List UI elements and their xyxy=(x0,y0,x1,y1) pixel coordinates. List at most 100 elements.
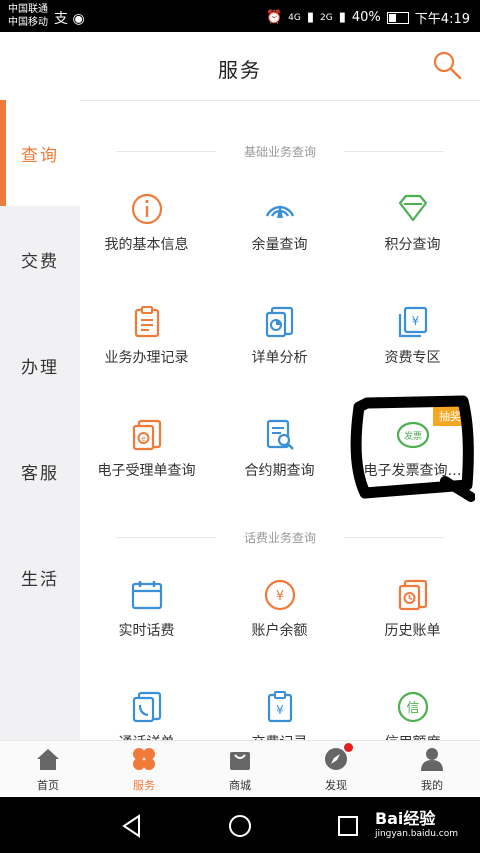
grid-item-tariff[interactable]: ¥ 资费专区 xyxy=(346,305,479,405)
alipay-icon: 支 xyxy=(54,11,68,27)
credit-icon: 信 xyxy=(397,691,428,723)
document-search-icon xyxy=(266,419,294,450)
recent-apps-icon[interactable] xyxy=(333,811,363,841)
sidebar-item-pay[interactable]: 交费 xyxy=(0,206,80,312)
tab-label: 首页 xyxy=(37,779,59,792)
grid-item-label: 积分查询 xyxy=(384,237,441,253)
grid-item-call-detail[interactable]: 通话详单 xyxy=(80,690,213,740)
tab-label: 服务 xyxy=(133,779,155,792)
yuan-document-icon: ¥ xyxy=(398,306,427,338)
info-icon xyxy=(131,193,162,225)
tab-label: 我的 xyxy=(421,779,443,792)
yuan-clipboard-icon: ¥ xyxy=(267,691,292,723)
wifi-signal-icon xyxy=(265,204,294,218)
carrier-info: 中国联通 中国移动 xyxy=(8,3,48,29)
grid-item-pay-record[interactable]: ¥ 交费记录 xyxy=(213,690,346,740)
alarm-icon: ⏰ xyxy=(265,10,283,25)
signal-icon-2: ▮ xyxy=(338,10,346,25)
status-right: ⏰ 4G ▮ 2G ▮ 40% 下午4:19 xyxy=(266,8,470,27)
document-chart-icon xyxy=(265,306,293,338)
grid-item-label: 交费记录 xyxy=(213,732,346,740)
grid-item-label: 资费专区 xyxy=(384,350,441,366)
tab-mine[interactable]: 我的 xyxy=(384,741,480,798)
shopping-bag-icon xyxy=(230,752,250,770)
network-2: 2G xyxy=(320,12,333,23)
sidebar-item-handle[interactable]: 办理 xyxy=(0,312,80,418)
system-nav-bar: Bai经验 jingyan.baidu.com xyxy=(0,797,480,853)
network-1: 4G xyxy=(288,12,301,23)
home-button-icon[interactable] xyxy=(225,811,255,841)
receipt-icon: e xyxy=(132,419,161,451)
grid-item-label: 信用额度 xyxy=(346,732,479,740)
grid-item-label: 合约期查询 xyxy=(244,463,315,479)
tab-label: 发现 xyxy=(325,779,347,792)
calendar-icon xyxy=(131,581,162,610)
grid-item-label: 业务办理记录 xyxy=(104,350,189,366)
sidebar-item-label: 交费 xyxy=(21,251,59,272)
section-title-fee: 话费业务查询 xyxy=(80,529,480,546)
svg-text:e: e xyxy=(141,435,145,443)
app-notification-icon: ◉ xyxy=(72,11,85,27)
page-title: 服务 xyxy=(218,58,262,82)
carrier-2: 中国移动 xyxy=(8,17,48,28)
grid-item-contract[interactable]: 合约期查询 xyxy=(213,418,346,518)
notification-dot xyxy=(344,743,353,752)
notification-icons: 支 ◉ xyxy=(54,8,85,28)
svg-text:¥: ¥ xyxy=(275,589,283,604)
grid-item-points[interactable]: 积分查询 xyxy=(346,192,479,292)
back-icon[interactable] xyxy=(117,811,147,841)
grid-item-label: 历史账单 xyxy=(384,623,441,639)
grid-item-label: 账户余额 xyxy=(251,623,308,639)
sidebar-item-life[interactable]: 生活 xyxy=(0,524,80,630)
watermark-url: jingyan.baidu.com xyxy=(374,829,458,839)
sidebar: 查询 交费 办理 客服 生活 xyxy=(0,100,80,740)
grid-item-account-balance[interactable]: ¥ 账户余额 xyxy=(213,578,346,678)
grid-item-label: 实时话费 xyxy=(118,623,175,639)
user-icon xyxy=(421,748,443,771)
clipboard-icon xyxy=(134,306,159,338)
search-icon[interactable] xyxy=(432,50,462,80)
grid-item-label: 我的基本信息 xyxy=(104,237,189,253)
sidebar-item-label: 办理 xyxy=(21,357,59,378)
grid-item-label: 电子受理单查询 xyxy=(97,463,196,479)
grid-item-e-receipt[interactable]: e 电子受理单查询 xyxy=(80,418,213,518)
grid-item-label: 通话详单 xyxy=(80,732,213,740)
tab-mall[interactable]: 商城 xyxy=(192,741,288,798)
yuan-coin-icon: ¥ xyxy=(264,579,295,611)
credit-icon-text: 信 xyxy=(406,701,419,716)
grid-item-label: 详单分析 xyxy=(251,350,308,366)
signal-icon-1: ▮ xyxy=(306,10,315,25)
grid-item-business-record[interactable]: 业务办理记录 xyxy=(80,305,213,405)
tab-bar: 首页 服务 商城 发现 我的 xyxy=(0,740,480,798)
highlight-marker xyxy=(350,395,475,502)
grid-item-credit[interactable]: 信 信用额度 xyxy=(346,690,479,740)
grid-item-basic-info[interactable]: 我的基本信息 xyxy=(80,192,213,292)
sidebar-item-label: 客服 xyxy=(21,463,59,484)
bill-clock-icon xyxy=(398,579,427,611)
grid-item-detail-analysis[interactable]: 详单分析 xyxy=(213,305,346,405)
section-title-basic: 基础业务查询 xyxy=(80,143,480,160)
watermark: Bai经验 jingyan.baidu.com xyxy=(375,805,458,839)
tab-home[interactable]: 首页 xyxy=(0,741,96,798)
sidebar-item-query[interactable]: 查询 xyxy=(0,100,80,206)
watermark-brand: Bai经验 xyxy=(374,809,436,828)
tab-discover[interactable]: 发现 xyxy=(288,741,384,798)
status-bar: 中国联通 中国移动 支 ◉ ⏰ 4G ▮ 2G ▮ 40% 下午4:19 xyxy=(0,0,480,32)
carrier-1: 中国联通 xyxy=(8,4,48,15)
battery-percent: 40% xyxy=(351,10,381,25)
home-icon xyxy=(37,749,59,770)
grid-item-balance[interactable]: 余量查询 xyxy=(213,192,346,292)
svg-text:¥: ¥ xyxy=(411,314,419,328)
grid-item-realtime-fee[interactable]: 实时话费 xyxy=(80,578,213,678)
grid-item-history-bill[interactable]: 历史账单 xyxy=(346,578,479,678)
phone-document-icon xyxy=(132,691,161,723)
grid-item-label: 余量查询 xyxy=(251,237,308,253)
svg-text:¥: ¥ xyxy=(276,703,284,717)
sidebar-item-service[interactable]: 客服 xyxy=(0,418,80,524)
tab-label: 商城 xyxy=(229,779,251,792)
clock: 下午4:19 xyxy=(414,12,470,27)
header: 服务 xyxy=(0,32,480,101)
battery-icon xyxy=(386,11,409,24)
sidebar-item-label: 查询 xyxy=(21,145,59,166)
tab-service[interactable]: 服务 xyxy=(96,741,192,798)
